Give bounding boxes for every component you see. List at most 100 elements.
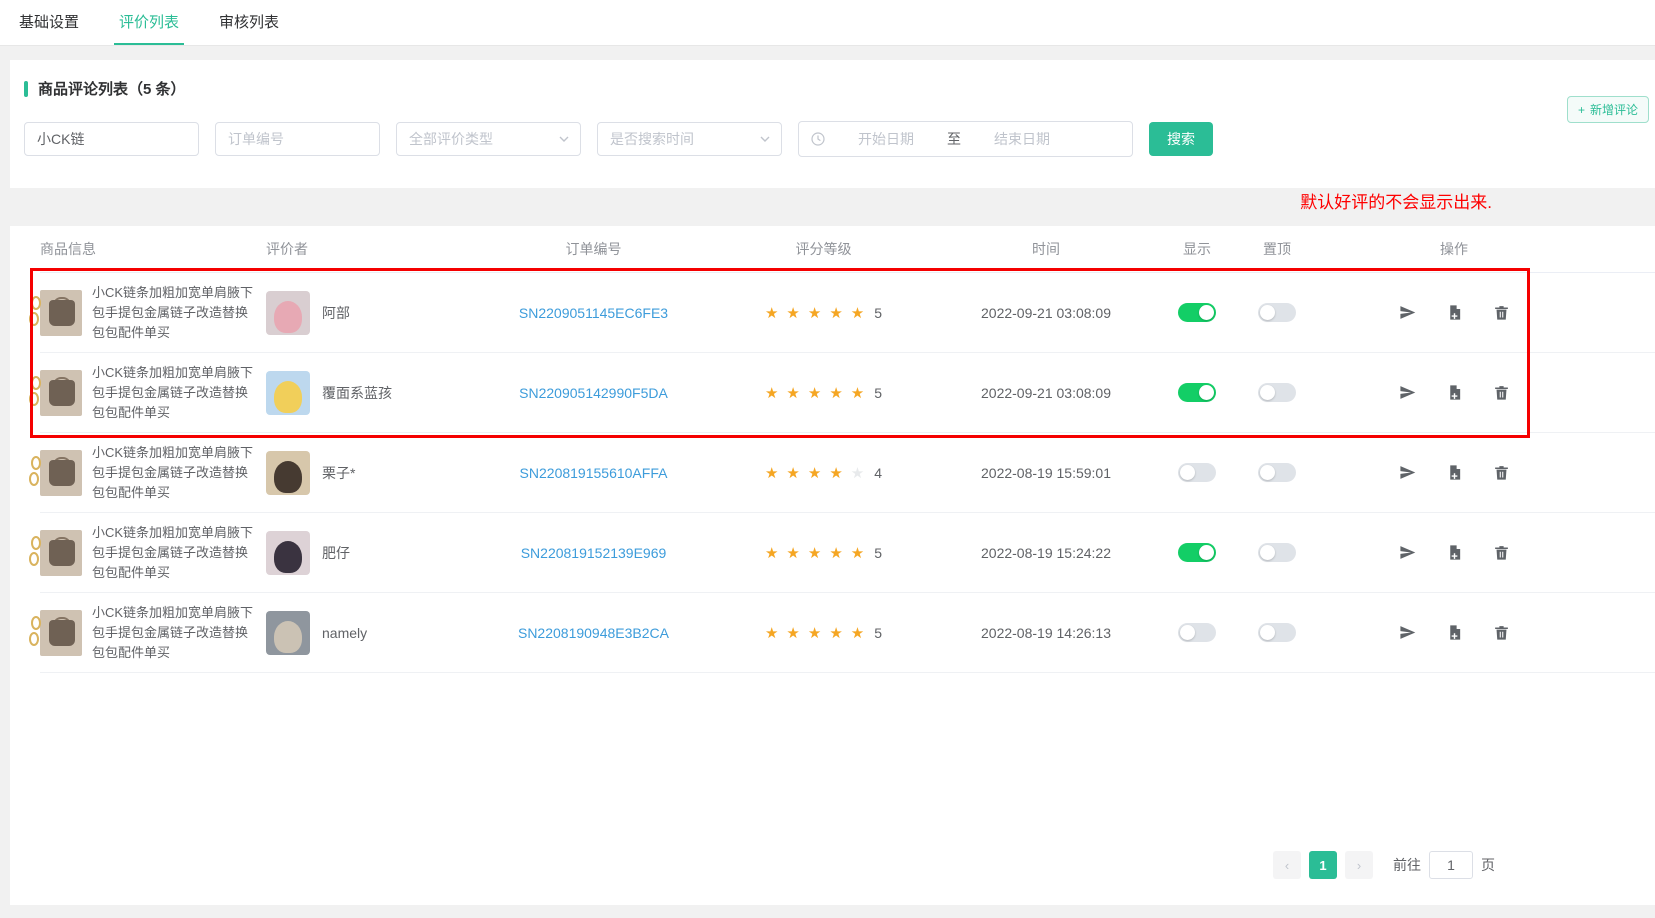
filter-row: 全部评价类型 是否搜索时间 至 搜索 xyxy=(24,121,1641,157)
order-link[interactable]: SN220819155610AFFA xyxy=(520,465,668,481)
table-row: 小CK链条加粗加宽单肩腋下包手提包金属链子改造替换包包配件单买 阿部 SN220… xyxy=(40,273,1655,353)
display-toggle[interactable] xyxy=(1178,543,1216,562)
section-title: 商品评论列表（5 条） xyxy=(24,78,1641,99)
header-actions: 操作 xyxy=(1326,239,1582,259)
product-title: 小CK链条加粗加宽单肩腋下包手提包金属链子改造替换包包配件单买 xyxy=(92,443,256,503)
file-plus-icon[interactable] xyxy=(1446,384,1463,401)
top-toggle[interactable] xyxy=(1258,383,1296,402)
tab-basic-settings[interactable]: 基础设置 xyxy=(14,0,84,45)
star-icon: ★ xyxy=(829,624,842,642)
order-link[interactable]: SN2209051145EC6FE3 xyxy=(519,305,668,321)
product-title: 小CK链条加粗加宽单肩腋下包手提包金属链子改造替换包包配件单买 xyxy=(92,603,256,663)
star-icon: ★ xyxy=(851,304,864,322)
top-toggle[interactable] xyxy=(1258,303,1296,322)
star-icon: ★ xyxy=(851,384,864,402)
send-icon[interactable] xyxy=(1399,304,1416,321)
product-cell: 小CK链条加粗加宽单肩腋下包手提包金属链子改造替换包包配件单买 xyxy=(40,363,266,423)
rating-stars: ★★★★★ xyxy=(765,544,864,562)
row-time: 2022-09-21 03:08:09 xyxy=(926,385,1166,401)
reviewer-name: 阿部 xyxy=(322,303,350,323)
search-button[interactable]: 搜索 xyxy=(1149,122,1213,156)
order-link[interactable]: SN2208190948E3B2CA xyxy=(518,625,669,641)
star-icon: ★ xyxy=(786,304,799,322)
file-plus-icon[interactable] xyxy=(1446,304,1463,321)
display-toggle[interactable] xyxy=(1178,383,1216,402)
goto-label: 前往 xyxy=(1393,855,1421,875)
product-image xyxy=(40,450,82,496)
product-image xyxy=(40,610,82,656)
top-toggle[interactable] xyxy=(1258,463,1296,482)
send-icon[interactable] xyxy=(1399,624,1416,641)
order-number-input[interactable] xyxy=(215,122,380,156)
product-title: 小CK链条加粗加宽单肩腋下包手提包金属链子改造替换包包配件单买 xyxy=(92,363,256,423)
product-title: 小CK链条加粗加宽单肩腋下包手提包金属链子改造替换包包配件单买 xyxy=(92,523,256,583)
product-image xyxy=(40,290,82,336)
goto-page-input[interactable] xyxy=(1429,851,1473,879)
reviewer-avatar xyxy=(266,611,310,655)
trash-icon[interactable] xyxy=(1493,304,1510,321)
star-icon: ★ xyxy=(765,384,778,402)
time-search-select[interactable]: 是否搜索时间 xyxy=(597,122,782,156)
page-1-button[interactable]: 1 xyxy=(1309,851,1337,879)
star-icon: ★ xyxy=(808,384,821,402)
tab-bar: 基础设置 评价列表 审核列表 xyxy=(0,0,1655,46)
reviewer-cell: 肥仔 xyxy=(266,531,466,575)
file-plus-icon[interactable] xyxy=(1446,544,1463,561)
star-icon: ★ xyxy=(808,304,821,322)
star-icon: ★ xyxy=(829,544,842,562)
display-toggle[interactable] xyxy=(1178,623,1216,642)
product-title: 小CK链条加粗加宽单肩腋下包手提包金属链子改造替换包包配件单买 xyxy=(92,283,256,343)
start-date-input[interactable] xyxy=(831,131,941,147)
trash-icon[interactable] xyxy=(1493,624,1510,641)
header-top: 置顶 xyxy=(1228,239,1326,259)
row-time: 2022-09-21 03:08:09 xyxy=(926,305,1166,321)
date-range-picker[interactable]: 至 xyxy=(798,121,1133,157)
product-cell: 小CK链条加粗加宽单肩腋下包手提包金属链子改造替换包包配件单买 xyxy=(40,603,266,663)
reviewer-name: 栗子* xyxy=(322,463,355,483)
time-search-placeholder: 是否搜索时间 xyxy=(610,129,694,149)
trash-icon[interactable] xyxy=(1493,544,1510,561)
star-icon: ★ xyxy=(829,464,842,482)
reviewer-avatar xyxy=(266,451,310,495)
rating-value: 5 xyxy=(874,545,882,561)
table-row: 小CK链条加粗加宽单肩腋下包手提包金属链子改造替换包包配件单买 namely S… xyxy=(40,593,1655,673)
reviewer-name: namely xyxy=(322,625,367,641)
table-body: 小CK链条加粗加宽单肩腋下包手提包金属链子改造替换包包配件单买 阿部 SN220… xyxy=(40,273,1655,673)
keyword-input[interactable] xyxy=(24,122,199,156)
display-toggle[interactable] xyxy=(1178,463,1216,482)
send-icon[interactable] xyxy=(1399,544,1416,561)
file-plus-icon[interactable] xyxy=(1446,624,1463,641)
star-icon: ★ xyxy=(808,624,821,642)
chevron-down-icon xyxy=(759,133,771,145)
table-row: 小CK链条加粗加宽单肩腋下包手提包金属链子改造替换包包配件单买 栗子* SN22… xyxy=(40,433,1655,513)
rating-stars: ★★★★★ xyxy=(765,624,864,642)
end-date-input[interactable] xyxy=(967,131,1077,147)
review-type-select[interactable]: 全部评价类型 xyxy=(396,122,581,156)
trash-icon[interactable] xyxy=(1493,384,1510,401)
display-toggle[interactable] xyxy=(1178,303,1216,322)
chain-decoration xyxy=(31,616,41,630)
star-icon: ★ xyxy=(765,304,778,322)
tab-audit-list[interactable]: 审核列表 xyxy=(214,0,284,45)
tab-review-list[interactable]: 评价列表 xyxy=(114,0,184,45)
add-review-label: 新增评论 xyxy=(1590,101,1638,118)
top-toggle[interactable] xyxy=(1258,623,1296,642)
send-icon[interactable] xyxy=(1399,464,1416,481)
file-plus-icon[interactable] xyxy=(1446,464,1463,481)
table-row: 小CK链条加粗加宽单肩腋下包手提包金属链子改造替换包包配件单买 覆面系蓝孩 SN… xyxy=(40,353,1655,433)
order-link[interactable]: SN220819152139E969 xyxy=(521,545,667,561)
reviewer-cell: 覆面系蓝孩 xyxy=(266,371,466,415)
top-toggle[interactable] xyxy=(1258,543,1296,562)
plus-icon: + xyxy=(1578,103,1585,117)
rating-stars: ★★★★★ xyxy=(765,304,864,322)
send-icon[interactable] xyxy=(1399,384,1416,401)
prev-page-button[interactable]: ‹ xyxy=(1273,851,1301,879)
chain-decoration xyxy=(29,632,39,646)
order-link[interactable]: SN220905142990F5DA xyxy=(519,385,668,401)
reviewer-avatar xyxy=(266,291,310,335)
next-page-button[interactable]: › xyxy=(1345,851,1373,879)
rating-value: 5 xyxy=(874,625,882,641)
trash-icon[interactable] xyxy=(1493,464,1510,481)
add-review-button[interactable]: + 新增评论 xyxy=(1567,96,1649,123)
date-separator: 至 xyxy=(947,129,961,149)
